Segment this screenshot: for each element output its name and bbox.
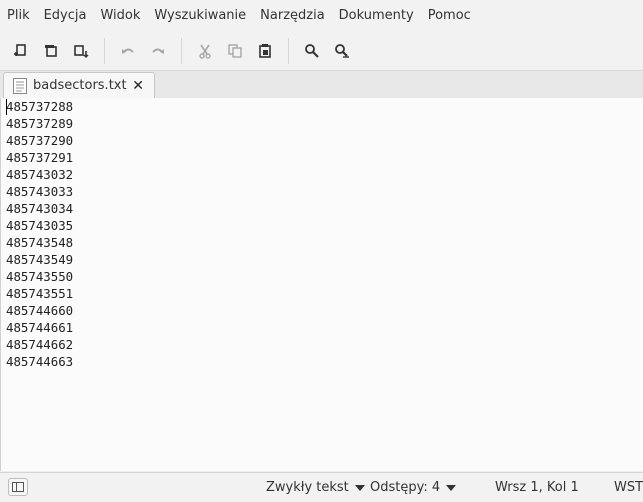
toolbar-separator <box>181 38 182 64</box>
menu-edycja[interactable]: Edycja <box>37 0 94 32</box>
text-editor[interactable]: 485737288 485737289 485737290 485737291 … <box>0 98 643 471</box>
editor-line: 485744662 <box>6 337 74 352</box>
tab-label: badsectors.txt <box>33 78 127 93</box>
replace-icon <box>335 44 349 58</box>
save-document-button[interactable] <box>66 36 96 66</box>
replace-button[interactable] <box>327 36 357 66</box>
tab-badsectors[interactable]: badsectors.txt ✕ <box>3 72 155 98</box>
dropdown-arrow-icon <box>354 484 365 491</box>
toolbar-separator <box>104 38 105 64</box>
toolbar-separator <box>288 38 289 64</box>
editor-line: 485737289 <box>6 116 74 131</box>
editor-line: 485743549 <box>6 252 74 267</box>
text-caret <box>6 99 7 115</box>
text-file-icon <box>13 77 27 94</box>
open-document-icon <box>45 45 57 57</box>
search-button[interactable] <box>297 36 327 66</box>
search-icon <box>305 44 319 58</box>
status-bar: Zwykły tekst Odstępy: 4 Wrsz 1, Kol 1 WS… <box>0 472 643 501</box>
editor-line: 485743032 <box>6 167 74 182</box>
syntax-label: Zwykły tekst <box>266 480 349 495</box>
dropdown-arrow-icon <box>446 484 457 491</box>
menu-bar: Plik Edycja Widok Wyszukiwanie Narzędzia… <box>0 0 643 32</box>
editor-line: 485743034 <box>6 201 74 216</box>
insert-mode: WST <box>614 480 643 495</box>
paste-icon <box>259 44 271 58</box>
editor-line: 485743551 <box>6 286 74 301</box>
close-icon[interactable]: ✕ <box>132 78 144 94</box>
side-panel-toggle-button[interactable] <box>8 478 28 496</box>
editor-line: 485743550 <box>6 269 74 284</box>
new-document-icon <box>14 44 26 56</box>
editor-line: 485744660 <box>6 303 74 318</box>
undo-icon <box>122 48 134 54</box>
cut-button[interactable] <box>190 36 220 66</box>
new-document-button[interactable] <box>6 36 36 66</box>
paste-button[interactable] <box>250 36 280 66</box>
copy-icon <box>228 44 242 58</box>
editor-line: 485737291 <box>6 150 74 165</box>
side-panel-icon <box>12 482 24 492</box>
editor-line: 485744663 <box>6 354 74 369</box>
redo-button[interactable] <box>143 36 173 66</box>
indent-label: Odstępy: 4 <box>370 480 441 495</box>
copy-button[interactable] <box>220 36 250 66</box>
editor-line: 485737290 <box>6 133 74 148</box>
indent-selector[interactable]: Odstępy: 4 <box>370 473 457 502</box>
save-document-icon <box>74 45 89 58</box>
menu-plik[interactable]: Plik <box>0 0 37 32</box>
redo-icon <box>152 48 164 54</box>
menu-dokumenty[interactable]: Dokumenty <box>332 0 421 32</box>
syntax-selector[interactable]: Zwykły tekst <box>266 473 365 502</box>
editor-line: 485743035 <box>6 218 74 233</box>
editor-line: 485743033 <box>6 184 74 199</box>
undo-button[interactable] <box>113 36 143 66</box>
menu-narzedzia[interactable]: Narzędzia <box>253 0 332 32</box>
cursor-position: Wrsz 1, Kol 1 <box>495 480 579 495</box>
menu-pomoc[interactable]: Pomoc <box>421 0 478 32</box>
menu-wyszukiwanie[interactable]: Wyszukiwanie <box>147 0 253 32</box>
toolbar <box>0 32 643 71</box>
menu-widok[interactable]: Widok <box>93 0 147 32</box>
editor-line: 485737288 <box>6 99 74 114</box>
cut-icon <box>199 44 211 59</box>
tab-bar: badsectors.txt ✕ <box>0 71 643 99</box>
open-document-button[interactable] <box>36 36 66 66</box>
editor-line: 485743548 <box>6 235 74 250</box>
editor-line: 485744661 <box>6 320 74 335</box>
